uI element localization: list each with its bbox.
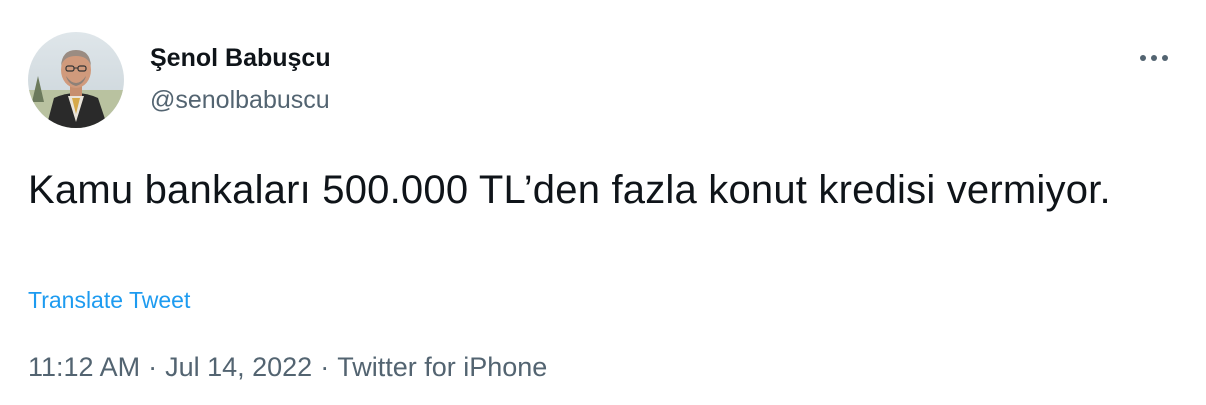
- tweet-time[interactable]: 11:12 AM: [28, 352, 140, 382]
- author-name[interactable]: Şenol Babuşcu: [150, 44, 331, 73]
- tweet-metadata: 11:12 AM · Jul 14, 2022 · Twitter for iPhone: [28, 352, 547, 383]
- tweet-text: Kamu bankaları 500.000 TL’den fazla konu…: [28, 168, 1111, 212]
- more-options-icon[interactable]: [1134, 42, 1174, 74]
- separator: ·: [148, 352, 158, 382]
- tweet-date[interactable]: Jul 14, 2022: [165, 352, 312, 382]
- tweet-source[interactable]: Twitter for iPhone: [337, 352, 547, 382]
- author-handle[interactable]: @senolbabuscu: [150, 86, 330, 115]
- tweet-card: Şenol Babuşcu @senolbabuscu Kamu bankala…: [0, 0, 1206, 405]
- separator: ·: [320, 352, 330, 382]
- avatar[interactable]: [28, 32, 124, 128]
- ellipsis-icon: [1140, 55, 1168, 61]
- avatar-photo: [28, 32, 124, 128]
- translate-tweet-link[interactable]: Translate Tweet: [28, 287, 190, 314]
